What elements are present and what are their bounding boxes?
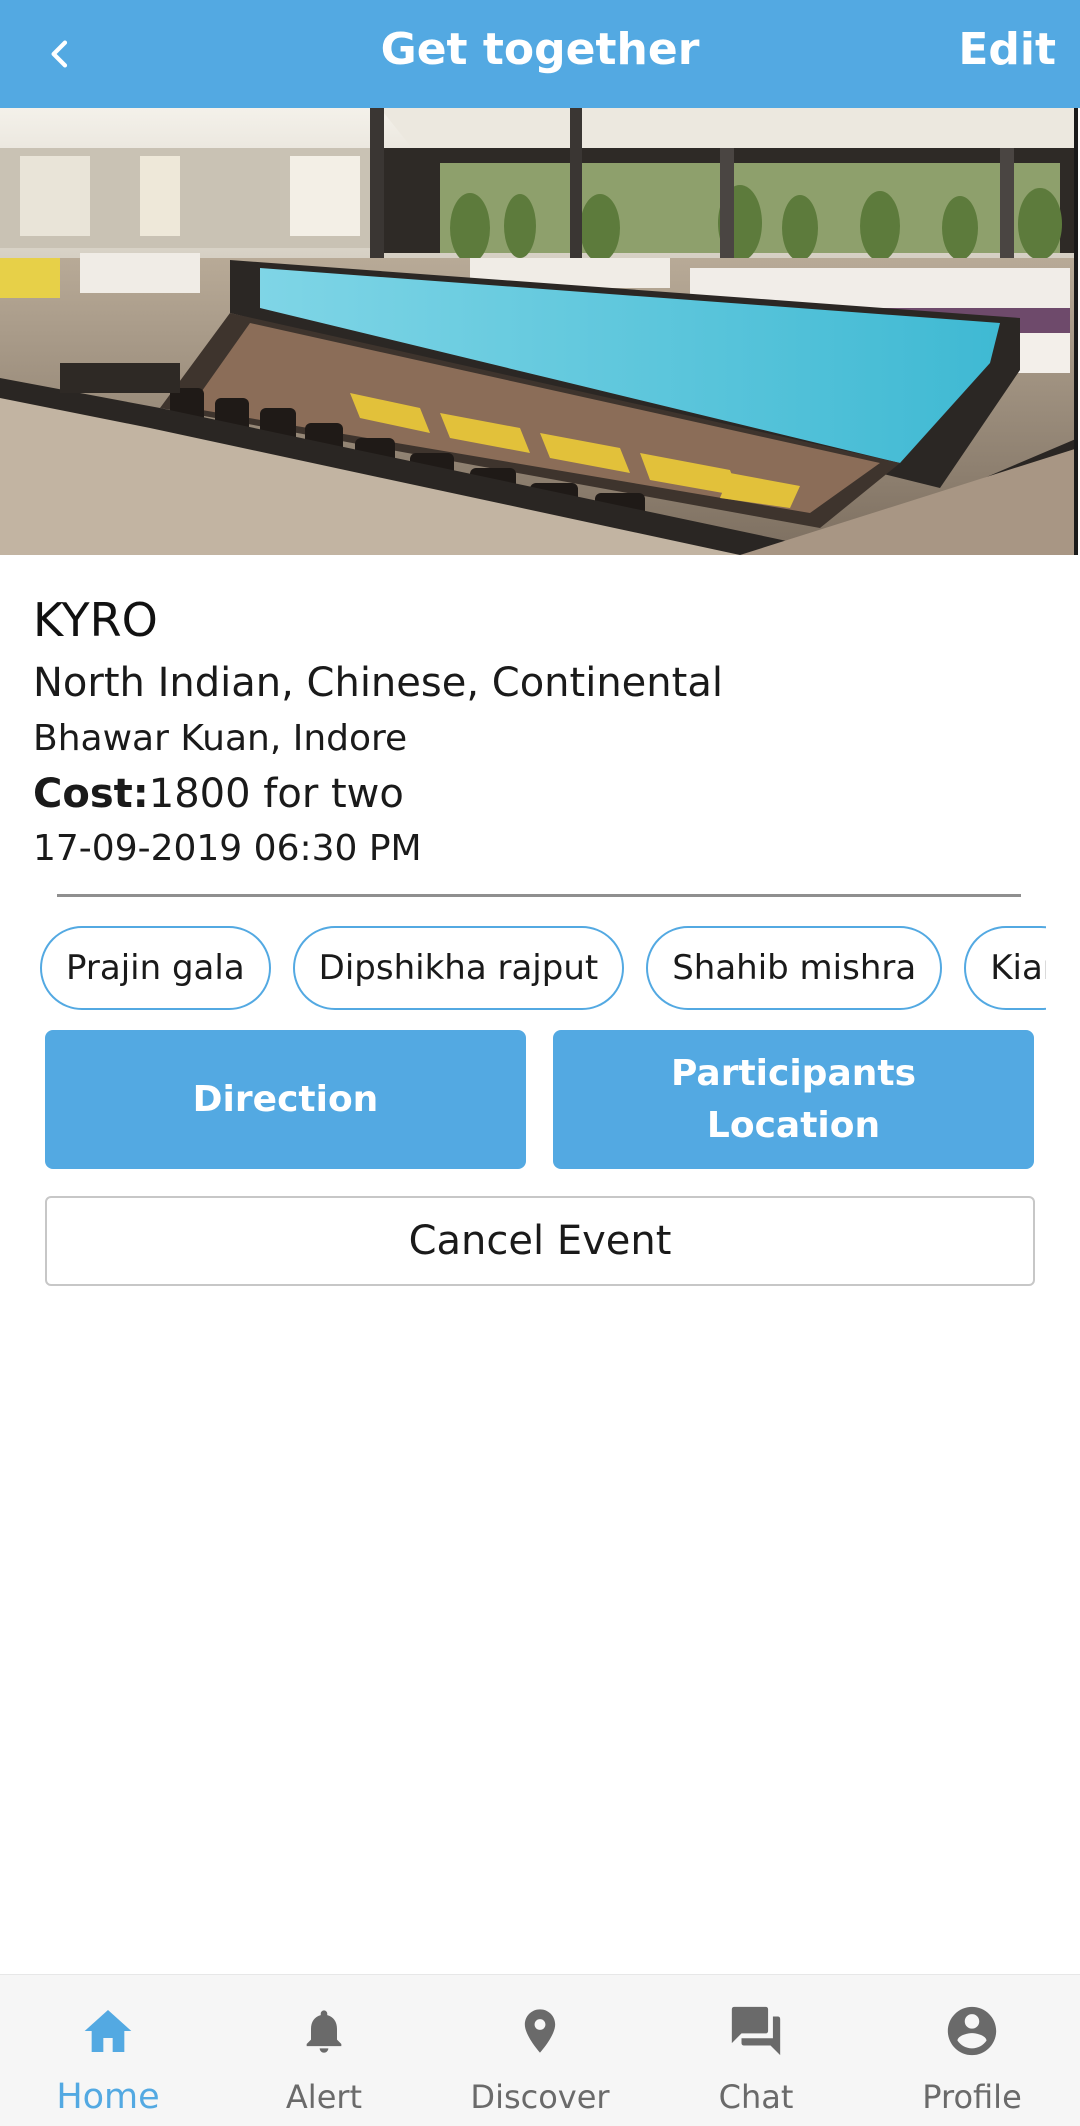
participant-chip[interactable]: Shahib mishra — [646, 926, 943, 1010]
account-circle-icon — [940, 1999, 1004, 2063]
participant-chip[interactable]: Kiar — [964, 926, 1046, 1010]
nav-discover-label: Discover — [470, 2078, 610, 2116]
bottom-navigation: Home Alert Discover Chat Profile — [0, 1974, 1080, 2126]
app-header: Get together Edit — [0, 0, 1080, 108]
venue-address: Bhawar Kuan, Indore — [33, 718, 408, 759]
nav-home-label: Home — [56, 2077, 160, 2117]
cost-label: Cost: — [33, 771, 149, 817]
venue-name: KYRO — [33, 593, 158, 647]
participants-location-button[interactable]: Participants Location — [553, 1030, 1034, 1169]
participants-location-label: Participants Location — [670, 1052, 917, 1146]
divider — [57, 894, 1021, 897]
bell-icon — [292, 1999, 356, 2063]
cuisine-list: North Indian, Chinese, Continental — [33, 660, 723, 706]
direction-button[interactable]: Direction — [45, 1030, 526, 1169]
venue-photo — [0, 108, 1078, 555]
cancel-event-button[interactable]: Cancel Event — [45, 1196, 1035, 1286]
event-datetime: 17-09-2019 06:30 PM — [33, 828, 422, 869]
location-pin-icon — [508, 1999, 572, 2063]
cost-value: 1800 for two — [148, 771, 404, 817]
nav-alert-label: Alert — [285, 2078, 363, 2116]
edit-button[interactable]: Edit — [958, 0, 1056, 100]
event-info: KYRO North Indian, Chinese, Continental … — [33, 590, 1033, 874]
participant-chip[interactable]: Prajin gala — [40, 926, 271, 1010]
nav-profile-label: Profile — [922, 2078, 1022, 2116]
participants-scroller[interactable]: Prajin gala Dipshikha rajput Shahib mish… — [40, 926, 1046, 1016]
home-icon — [76, 1999, 140, 2063]
page-title: Get together — [380, 24, 700, 75]
nav-profile[interactable]: Profile — [864, 1975, 1080, 2126]
nav-chat-label: Chat — [718, 2078, 794, 2116]
nav-home[interactable]: Home — [0, 1975, 216, 2126]
nav-alert[interactable]: Alert — [216, 1975, 432, 2126]
participant-chip[interactable]: Dipshikha rajput — [292, 926, 625, 1010]
chat-bubbles-icon — [724, 1999, 788, 2063]
nav-chat[interactable]: Chat — [648, 1975, 864, 2126]
nav-discover[interactable]: Discover — [432, 1975, 648, 2126]
cost-line: Cost:1800 for two — [33, 766, 1033, 822]
